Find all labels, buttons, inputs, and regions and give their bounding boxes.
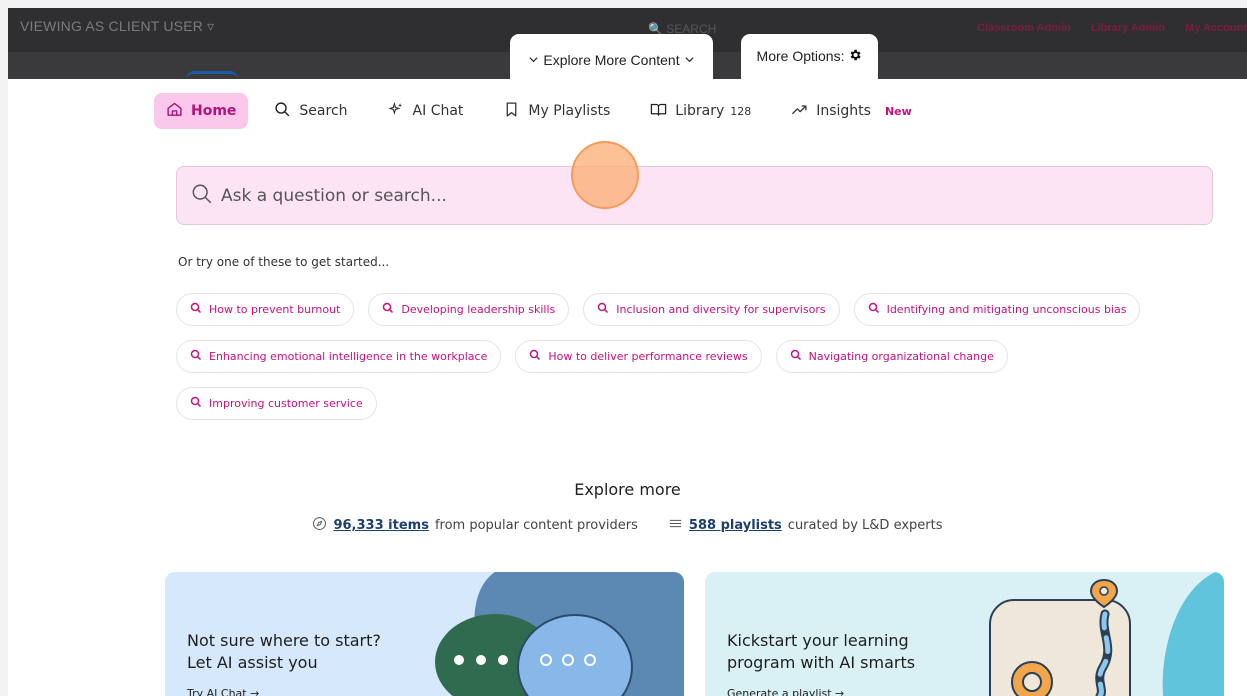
gear-icon	[848, 48, 862, 65]
chip-row: How to prevent burnout Developing leader…	[176, 293, 1216, 326]
chip-label: Improving customer service	[209, 397, 363, 410]
admin-links: Classroom Admin Library Admin My Account	[957, 22, 1247, 34]
suggestion-chip[interactable]: Identifying and mitigating unconscious b…	[853, 293, 1141, 326]
nav-my-playlists-label: My Playlists	[528, 103, 611, 119]
trending-up-icon	[791, 101, 808, 122]
chevron-down-icon	[684, 52, 695, 68]
classroom-admin-link[interactable]: Classroom Admin	[977, 22, 1071, 34]
suggestions-label: Or try one of these to get started...	[178, 255, 390, 269]
nav-search-label: Search	[299, 103, 348, 119]
chip-label: Inclusion and diversity for supervisors	[616, 303, 826, 316]
ai-card-title: Not sure where to start? Let AI assist y…	[187, 631, 381, 672]
explore-more-content-tab[interactable]: Explore More Content	[510, 34, 713, 80]
chip-label: How to prevent burnout	[209, 303, 341, 316]
suggestion-chip[interactable]: Inclusion and diversity for supervisors	[583, 293, 840, 326]
kickstart-card-title: Kickstart your learning program with AI …	[727, 631, 916, 672]
viewing-as-dropdown[interactable]: VIEWING AS CLIENT USER ▿	[20, 18, 214, 35]
suggestion-chip[interactable]: Enhancing emotional intelligence in the …	[176, 340, 502, 373]
search-icon	[190, 302, 202, 317]
playlists-count-link[interactable]: 588 playlists	[689, 518, 782, 533]
chip-label: Enhancing emotional intelligence in the …	[209, 350, 488, 363]
kickstart-card[interactable]: Kickstart your learning program with AI …	[705, 572, 1224, 696]
library-count: 128	[730, 104, 752, 118]
search-icon	[597, 302, 609, 317]
suggestion-chips: How to prevent burnout Developing leader…	[176, 293, 1216, 434]
chip-label: How to deliver performance reviews	[548, 350, 748, 363]
sparkle-icon	[387, 101, 405, 122]
compass-icon	[312, 516, 327, 535]
my-account-link[interactable]: My Account	[1185, 22, 1247, 34]
chevron-down-icon	[528, 52, 539, 68]
search-icon	[191, 183, 213, 209]
cursor-indicator	[571, 141, 639, 209]
library-admin-link[interactable]: Library Admin	[1091, 22, 1165, 34]
new-badge: New	[884, 104, 912, 118]
more-options-label: More Options:	[756, 48, 845, 64]
search-icon	[382, 302, 394, 317]
chip-row: Improving customer service	[176, 387, 1216, 420]
book-icon	[650, 101, 667, 122]
explore-more-heading: Explore more	[574, 480, 681, 499]
items-count-link[interactable]: 96,333 items	[333, 518, 428, 533]
suggestion-chip[interactable]: Improving customer service	[176, 387, 377, 420]
explore-stats: 96,333 items from popular content provid…	[8, 516, 1247, 535]
search-icon	[190, 349, 202, 364]
chip-label: Developing leadership skills	[401, 303, 556, 316]
bookmark-icon	[503, 101, 520, 122]
suggestion-chip[interactable]: Navigating organizational change	[775, 340, 1008, 373]
ai-assist-card[interactable]: Not sure where to start? Let AI assist y…	[165, 572, 684, 696]
nav-home[interactable]: Home	[154, 93, 249, 129]
items-suffix: from popular content providers	[434, 518, 638, 533]
chip-label: Identifying and mitigating unconscious b…	[886, 303, 1127, 316]
chip-row: Enhancing emotional intelligence in the …	[176, 340, 1216, 373]
search-input[interactable]	[221, 185, 1121, 206]
generate-playlist-link[interactable]: Generate a playlist →	[727, 687, 844, 696]
chip-label: Navigating organizational change	[808, 350, 994, 363]
nav-search[interactable]: Search	[262, 93, 359, 129]
suggestion-chip[interactable]: How to prevent burnout	[176, 293, 355, 326]
list-icon	[668, 516, 683, 535]
explore-tab-label: Explore More Content	[543, 52, 680, 68]
nav-insights[interactable]: Insights New	[779, 93, 924, 129]
main-nav: Home Search AI Chat My Playlists Library	[154, 93, 940, 129]
nav-ai-chat-label: AI Chat	[412, 103, 464, 119]
suggestion-chip[interactable]: How to deliver performance reviews	[515, 340, 762, 373]
search-icon	[274, 101, 291, 122]
nav-my-playlists[interactable]: My Playlists	[491, 93, 622, 129]
suggestion-chip[interactable]: Developing leadership skills	[368, 293, 570, 326]
main-search-box[interactable]	[176, 166, 1213, 225]
nav-library[interactable]: Library 128	[638, 93, 763, 129]
playlists-suffix: curated by L&D experts	[787, 518, 943, 533]
home-icon	[166, 101, 183, 122]
nav-library-label: Library	[675, 103, 725, 119]
more-options-tab[interactable]: More Options:	[741, 34, 878, 80]
main-page: Home Search AI Chat My Playlists Library	[8, 79, 1247, 696]
search-icon	[790, 349, 802, 364]
try-ai-chat-link[interactable]: Try AI Chat →	[187, 687, 259, 696]
nav-insights-label: Insights	[816, 103, 871, 119]
logo	[186, 71, 238, 79]
search-icon	[868, 302, 880, 317]
nav-home-label: Home	[191, 103, 237, 119]
nav-ai-chat[interactable]: AI Chat	[376, 93, 476, 129]
search-icon	[190, 396, 202, 411]
search-icon	[529, 349, 541, 364]
